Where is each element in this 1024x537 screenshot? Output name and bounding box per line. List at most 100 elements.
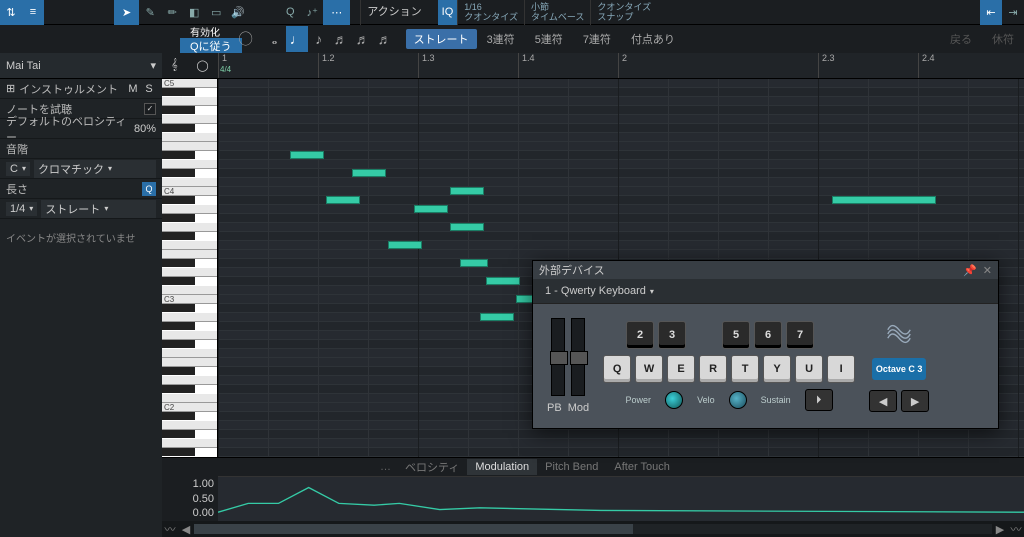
mute-button[interactable]: M <box>126 83 140 95</box>
pin-icon[interactable]: 📌 <box>963 264 977 277</box>
audition-checkbox[interactable]: ✓ <box>144 103 156 115</box>
triplet7-button[interactable]: 7連符 <box>573 26 621 52</box>
humanize-icon[interactable]: ♪⁺ <box>301 1 323 23</box>
triplet3-button[interactable]: 3連符 <box>477 26 525 52</box>
quantize-select[interactable]: 1/16 クオンタイズ <box>457 0 524 25</box>
midi-note[interactable] <box>450 187 484 195</box>
octave-label: C3 <box>164 295 174 304</box>
midi-note[interactable] <box>352 169 386 177</box>
thirtysecond-note-icon[interactable]: ♬ <box>352 26 374 52</box>
midi-note[interactable] <box>290 151 324 159</box>
list-icon[interactable]: ≡ <box>22 0 44 25</box>
device-select[interactable]: 1 - Qwerty Keyboard <box>541 284 658 298</box>
length-type-select[interactable]: ストレート <box>41 200 156 218</box>
qwerty-white-key[interactable]: Q <box>603 355 631 383</box>
enable-button[interactable]: 有効化 <box>180 25 242 38</box>
root-select[interactable]: C <box>6 162 30 176</box>
tab-pitchbend[interactable]: Pitch Bend <box>537 459 606 475</box>
pencil-tool-icon[interactable]: ✎ <box>139 1 161 23</box>
octave-button[interactable]: Octave C 3 <box>872 358 927 380</box>
device-titlebar[interactable]: 外部デバイス 📌 ✕ <box>533 261 998 279</box>
qwerty-black-key[interactable]: 5 <box>722 321 750 349</box>
qwerty-black-key[interactable]: 3 <box>658 321 686 349</box>
triplet5-button[interactable]: 5連符 <box>525 26 573 52</box>
midi-note[interactable] <box>832 196 936 204</box>
midi-note[interactable] <box>460 259 488 267</box>
modulation-graph[interactable] <box>218 476 1024 521</box>
action-menu[interactable]: アクション <box>360 0 427 25</box>
piano-keyboard[interactable]: C5C4C3C2C1 <box>162 79 218 457</box>
qwerty-white-key[interactable]: E <box>667 355 695 383</box>
time-ruler[interactable]: 𝄞 ◯ 4/4 11.21.31.422.32.4 <box>162 53 1024 79</box>
whole-note-icon[interactable]: 𝅝 <box>264 26 286 52</box>
snap-end-icon[interactable]: ⇥ <box>1002 1 1024 23</box>
back-button[interactable]: 戻る <box>940 26 982 52</box>
quarter-note-icon[interactable]: ♩ <box>286 26 308 52</box>
track-header[interactable]: Mai Tai ▾ <box>0 53 162 79</box>
ruler-tick: 1.3 <box>418 53 435 78</box>
zoom-out-icon[interactable]: 〰 <box>1008 521 1024 537</box>
pitchbend-slider[interactable] <box>551 318 565 396</box>
scroll-left-icon[interactable]: ◀ <box>178 521 194 537</box>
h-scrollbar[interactable]: 〰 ◀ ▶ 〰 <box>162 521 1024 537</box>
scroll-thumb[interactable] <box>194 524 633 534</box>
snap-select[interactable]: クオンタイズ スナップ <box>590 0 657 25</box>
power-button[interactable] <box>665 391 683 409</box>
zoom-in-icon[interactable]: 〰 <box>162 521 178 537</box>
octave-up-button[interactable]: ▶ <box>901 390 929 412</box>
straight-button[interactable]: ストレート <box>406 29 477 49</box>
qwerty-black-key[interactable]: 7 <box>786 321 814 349</box>
length-value-select[interactable]: 1/4 <box>6 202 37 216</box>
mod-slider[interactable] <box>571 318 585 396</box>
iq-button[interactable]: IQ <box>438 0 458 25</box>
qwerty-white-key[interactable]: T <box>731 355 759 383</box>
qwerty-white-key[interactable]: I <box>827 355 855 383</box>
midi-note[interactable] <box>486 277 520 285</box>
qwerty-black-key[interactable]: 6 <box>754 321 782 349</box>
rest-button[interactable]: 休符 <box>982 26 1024 52</box>
rectangle-tool-icon[interactable]: ▭ <box>205 1 227 23</box>
action-label: アクション <box>367 7 421 17</box>
snap-start-icon[interactable]: ⇤ <box>980 0 1002 25</box>
eraser-tool-icon[interactable]: ◧ <box>183 1 205 23</box>
qwerty-white-key[interactable]: W <box>635 355 663 383</box>
speaker-tool-icon[interactable]: 🔊 <box>227 1 249 23</box>
legato-tool[interactable]: ⋯ <box>323 0 350 25</box>
solo-button[interactable]: S <box>142 83 156 95</box>
velocity-knob[interactable] <box>729 391 747 409</box>
auto-icon[interactable]: ⃝ <box>242 26 264 52</box>
qwerty-white-key[interactable]: R <box>699 355 727 383</box>
sort-icon[interactable]: ⇅ <box>0 0 22 25</box>
tab-modulation[interactable]: Modulation <box>467 459 537 475</box>
tab-aftertouch[interactable]: After Touch <box>606 459 677 475</box>
midi-note[interactable] <box>480 313 514 321</box>
pb-label: PB <box>547 402 562 414</box>
follow-q-button[interactable]: Qに従う <box>180 38 242 53</box>
dotted-button[interactable]: 付点あり <box>621 26 685 52</box>
tab-velocity[interactable]: ベロシティ <box>397 457 467 477</box>
keys-icon[interactable]: 𝄞 <box>171 59 178 72</box>
midi-note[interactable] <box>388 241 422 249</box>
scroll-right-icon[interactable]: ▶ <box>992 521 1008 537</box>
midi-note[interactable] <box>414 205 448 213</box>
arrow-tool[interactable]: ➤ <box>114 0 139 25</box>
qwerty-white-key[interactable]: U <box>795 355 823 383</box>
default-velocity-value[interactable]: 80% <box>134 123 156 135</box>
octave-down-button[interactable]: ◀ <box>869 390 897 412</box>
quantize-length-icon[interactable]: Q <box>142 182 156 196</box>
brush-tool-icon[interactable]: ✏ <box>161 1 183 23</box>
qwerty-white-key[interactable]: Y <box>763 355 791 383</box>
eighth-note-icon[interactable]: ♪ <box>308 26 330 52</box>
drum-icon[interactable]: ◯ <box>196 59 208 72</box>
close-icon[interactable]: ✕ <box>983 264 992 277</box>
quantize-icon[interactable]: Q <box>279 1 301 23</box>
lane-menu-icon[interactable]: … <box>380 461 391 473</box>
timebase-select[interactable]: 小節 タイムベース <box>524 0 590 25</box>
sixtyfourth-note-icon[interactable]: ♬ <box>374 26 396 52</box>
scale-select[interactable]: クロマチック <box>34 160 156 178</box>
midi-note[interactable] <box>450 223 484 231</box>
midi-note[interactable] <box>326 196 360 204</box>
qwerty-black-key[interactable]: 2 <box>626 321 654 349</box>
sustain-button[interactable]: ⏵ <box>805 389 833 411</box>
sixteenth-note-icon[interactable]: ♬ <box>330 26 352 52</box>
